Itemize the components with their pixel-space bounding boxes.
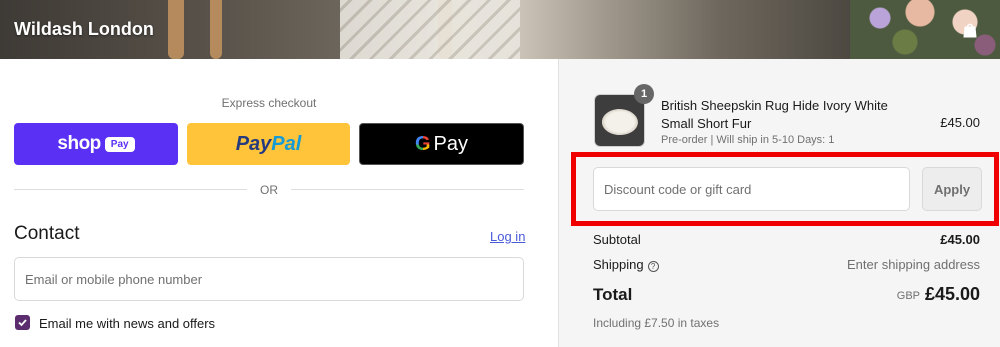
apply-discount-button[interactable]: Apply <box>922 167 982 211</box>
shopping-bag-icon[interactable] <box>961 21 979 39</box>
product-price: £45.00 <box>940 115 980 130</box>
help-circle-icon[interactable]: ? <box>647 261 659 272</box>
store-logo[interactable]: Wildash London <box>14 19 154 40</box>
express-checkout-label: Express checkout <box>221 96 317 110</box>
paypal-button[interactable]: Pay Pal <box>187 123 350 165</box>
shop-pay-button[interactable]: shop Pay <box>14 123 178 165</box>
checkout-form-column: Express checkout shop Pay Pay Pal G Pay O… <box>0 59 558 347</box>
email-or-phone-input[interactable] <box>14 257 524 301</box>
newsletter-checkbox-label[interactable]: Email me with news and offers <box>39 316 215 331</box>
tax-note: Including £7.50 in taxes <box>593 316 720 330</box>
shipping-label: Shipping <box>593 257 644 272</box>
currency-code: GBP <box>896 290 920 302</box>
shipping-row-label: Shipping? <box>593 257 659 272</box>
subtotal-label: Subtotal <box>593 232 641 247</box>
paypal-wordmark-pal: Pal <box>271 132 302 155</box>
contact-heading: Contact <box>14 223 80 244</box>
subtotal-value: £45.00 <box>940 232 980 247</box>
quantity-badge: 1 <box>634 84 654 104</box>
shipping-value: Enter shipping address <box>847 257 980 272</box>
shop-pay-pill: Pay <box>104 136 135 152</box>
product-name: British Sheepskin Rug Hide Ivory White S… <box>661 98 888 131</box>
newsletter-checkbox[interactable] <box>15 315 30 330</box>
google-pay-wordmark: Pay <box>433 132 469 155</box>
order-summary-column: 1 British Sheepskin Rug Hide Ivory White… <box>558 59 1000 347</box>
total-value: £45.00 <box>924 284 980 304</box>
shop-pay-wordmark: shop <box>57 133 101 154</box>
or-divider-right <box>291 189 524 190</box>
google-g-icon: G <box>414 132 431 155</box>
checkmark-icon <box>18 319 27 327</box>
paypal-wordmark-pay: Pay <box>235 132 272 155</box>
google-pay-button[interactable]: G Pay <box>359 123 524 165</box>
banner-image-chair-leg <box>210 0 222 59</box>
product-variant: Pre-order | Will ship in 5-10 Days: 1 <box>661 134 835 146</box>
or-separator-text: OR <box>260 183 278 197</box>
log-in-link[interactable]: Log in <box>490 229 525 244</box>
total-label: Total <box>593 285 633 304</box>
sheepskin-rug-image <box>602 109 638 135</box>
banner-image-chair-leg <box>168 0 184 59</box>
store-header-banner: Wildash London <box>0 0 1000 59</box>
banner-image-throw <box>340 0 520 59</box>
discount-code-input[interactable] <box>593 167 910 211</box>
